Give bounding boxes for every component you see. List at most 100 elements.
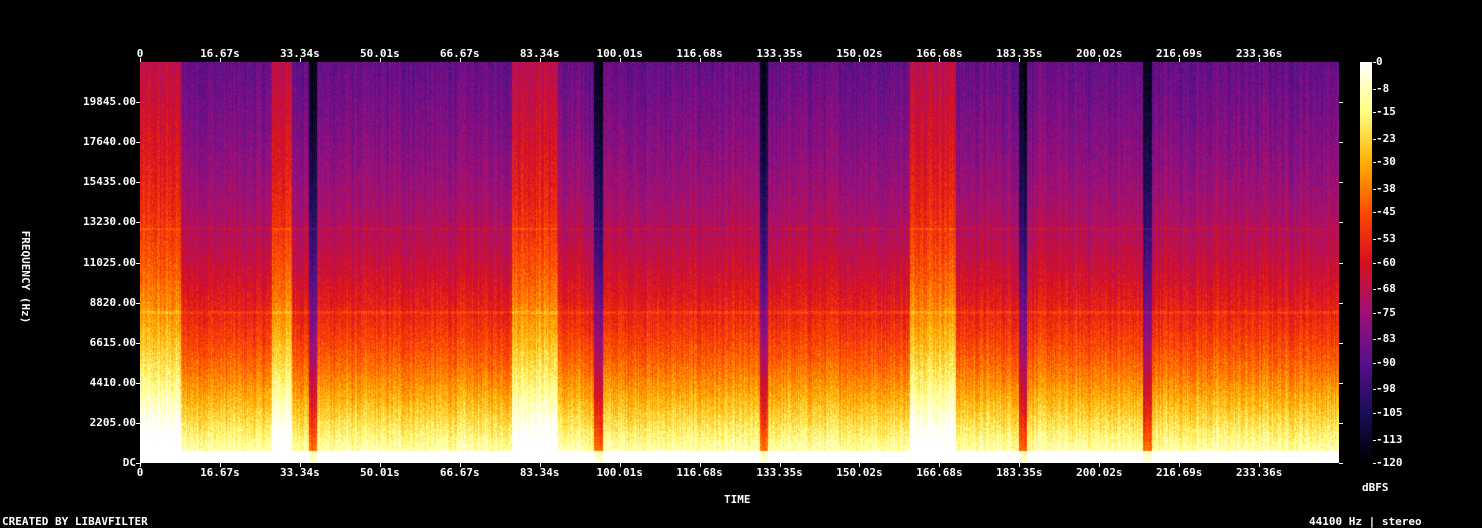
x-tick-mark-top	[1019, 58, 1020, 62]
colorbar-tick-label: -98	[1376, 382, 1396, 396]
x-tick-mark-top	[220, 58, 221, 62]
x-tick-mark-bottom	[380, 463, 381, 467]
x-tick-mark-bottom	[1019, 463, 1020, 467]
y-tick-mark	[136, 423, 140, 424]
y-tick-mark-right	[1339, 423, 1343, 424]
x-tick-mark-top	[859, 58, 860, 62]
x-tick-mark-top	[1259, 58, 1260, 62]
colorbar-tick-mark	[1373, 212, 1376, 213]
colorbar-tick-mark	[1373, 339, 1376, 340]
colorbar-tick-mark	[1373, 313, 1376, 314]
colorbar-tick-label: -23	[1376, 131, 1396, 145]
colorbar-tick-mark	[1373, 89, 1376, 90]
colorbar-tick-label: -105	[1376, 405, 1403, 419]
x-tick-mark-top	[140, 58, 141, 62]
colorbar-tick-mark	[1373, 162, 1376, 163]
x-tick-label-bottom: 66.67s	[439, 466, 480, 479]
x-tick-mark-bottom	[780, 463, 781, 467]
x-tick-mark-top	[939, 58, 940, 62]
colorbar-tick-mark	[1373, 263, 1376, 264]
y-axis-label: FREQUENCY (Hz)	[19, 230, 32, 324]
y-tick-mark	[136, 383, 140, 384]
colorbar-tick-label: 0	[1376, 55, 1383, 68]
x-tick-mark-bottom	[700, 463, 701, 467]
y-tick-mark-right	[1339, 102, 1343, 103]
y-tick-label: 19845.00	[83, 95, 136, 109]
x-tick-mark-top	[620, 58, 621, 62]
y-tick-mark-right	[1339, 182, 1343, 183]
y-tick-label: 15435.00	[83, 175, 136, 189]
y-tick-mark-right	[1339, 263, 1343, 264]
y-tick-label: 17640.00	[83, 135, 136, 149]
colorbar	[1360, 62, 1372, 463]
colorbar-tick-mark	[1373, 139, 1376, 140]
y-tick-label: 4410.00	[89, 375, 136, 389]
x-tick-label-bottom: 166.68s	[916, 466, 963, 479]
x-tick-mark-top	[300, 58, 301, 62]
y-tick-mark-right	[1339, 303, 1343, 304]
x-tick-mark-top	[1179, 58, 1180, 62]
x-tick-mark-top	[1099, 58, 1100, 62]
colorbar-tick-mark	[1373, 463, 1376, 464]
y-tick-label: DC	[122, 456, 136, 469]
colorbar-tick-label: -113	[1376, 432, 1403, 446]
y-tick-mark-right	[1339, 383, 1343, 384]
colorbar-tick-label: -120	[1376, 456, 1403, 469]
y-tick-label: 2205.00	[89, 415, 136, 429]
y-tick-mark-right	[1339, 222, 1343, 223]
y-tick-mark-right	[1339, 343, 1343, 344]
x-tick-mark-bottom	[1259, 463, 1260, 467]
colorbar-tick-mark	[1373, 440, 1376, 441]
x-tick-mark-bottom	[1099, 463, 1100, 467]
y-tick-mark	[136, 343, 140, 344]
x-tick-label-bottom: 183.35s	[996, 466, 1043, 479]
x-tick-label-bottom: 100.01s	[596, 466, 643, 479]
colorbar-tick-mark	[1373, 239, 1376, 240]
x-tick-mark-bottom	[140, 463, 141, 467]
colorbar-tick-label: -53	[1376, 232, 1396, 246]
y-tick-label: 13230.00	[83, 215, 136, 229]
y-tick-mark	[136, 263, 140, 264]
x-tick-label-bottom: 200.02s	[1076, 466, 1123, 479]
colorbar-tick-label: -30	[1376, 155, 1396, 169]
x-tick-mark-top	[540, 58, 541, 62]
y-tick-mark	[136, 222, 140, 223]
x-tick-mark-top	[380, 58, 381, 62]
spectrogram-plot	[140, 62, 1339, 463]
y-tick-mark-right	[1339, 463, 1343, 464]
x-tick-mark-top	[780, 58, 781, 62]
x-tick-label-bottom: 116.68s	[676, 466, 723, 479]
colorbar-tick-label: -45	[1376, 205, 1396, 219]
colorbar-tick-mark	[1373, 389, 1376, 390]
x-tick-mark-top	[700, 58, 701, 62]
colorbar-tick-mark	[1373, 189, 1376, 190]
x-tick-label-bottom: 33.34s	[280, 466, 320, 479]
y-tick-mark	[136, 303, 140, 304]
y-tick-label: 6615.00	[89, 335, 136, 349]
y-tick-mark	[136, 182, 140, 183]
colorbar-tick-label: -15	[1376, 105, 1396, 119]
x-tick-mark-bottom	[300, 463, 301, 467]
colorbar-tick-label: -8	[1376, 81, 1390, 95]
colorbar-tick-label: -68	[1376, 282, 1396, 296]
footer-format: 44100 Hz | stereo	[1309, 515, 1422, 528]
x-tick-label-bottom: 16.67s	[200, 466, 240, 479]
colorbar-tick-label: -75	[1376, 305, 1396, 319]
x-axis-label: TIME	[724, 493, 751, 506]
y-tick-mark-right	[1339, 142, 1343, 143]
x-tick-label-bottom: 50.01s	[359, 466, 400, 479]
x-tick-mark-bottom	[1179, 463, 1180, 467]
colorbar-tick-mark	[1373, 363, 1376, 364]
footer-credit: CREATED BY LIBAVFILTER	[2, 515, 148, 528]
colorbar-tick-label: -60	[1376, 255, 1396, 269]
colorbar-tick-mark	[1373, 289, 1376, 290]
colorbar-tick-label: -90	[1376, 355, 1396, 369]
colorbar-label: dBFS	[1362, 481, 1389, 494]
colorbar-tick-mark	[1373, 413, 1376, 414]
y-tick-mark	[136, 142, 140, 143]
x-tick-label-bottom: 83.34s	[519, 466, 560, 479]
x-tick-mark-bottom	[859, 463, 860, 467]
y-tick-label: 8820.00	[89, 295, 136, 309]
x-tick-label-bottom: 216.69s	[1156, 466, 1203, 479]
x-tick-label-bottom: 150.02s	[836, 466, 883, 479]
